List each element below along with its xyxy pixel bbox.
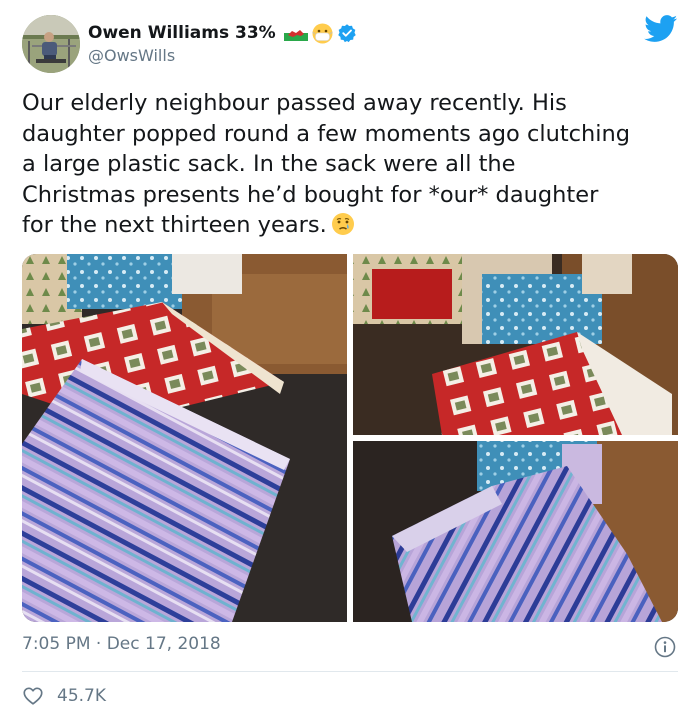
tweet-line-last: for the next thirteen years. [22, 210, 682, 241]
verified-badge-icon [337, 24, 356, 43]
author-handle[interactable]: @OwsWills [88, 46, 175, 65]
like-count: 45.7K [57, 686, 106, 706]
photo-presents-3[interactable] [353, 441, 678, 622]
author-row: Owen Williams 33% [88, 20, 357, 46]
info-icon[interactable] [654, 636, 676, 658]
photo-presents-1[interactable] [22, 254, 347, 622]
avatar[interactable] [22, 15, 80, 73]
tweet-line: a large plastic sack. In the sack were a… [22, 151, 516, 177]
tweet-media-grid[interactable] [22, 254, 678, 622]
tweet-card: Owen Williams 33% @OwsWills Our elderly … [0, 0, 700, 725]
like-button[interactable]: 45.7K [22, 683, 106, 709]
author-name[interactable]: Owen Williams 33% [88, 23, 276, 43]
tweet-text: Our elderly neighbour passed away recent… [22, 88, 682, 241]
twitter-bird-icon[interactable] [644, 15, 678, 43]
tweet-line: for the next thirteen years. [22, 212, 327, 238]
heart-icon[interactable] [22, 685, 44, 707]
face-with-mask-icon [311, 23, 333, 43]
tweet-line: Christmas presents he’d bought for *our*… [22, 181, 599, 208]
tweet-timestamp[interactable]: 7:05 PM · Dec 17, 2018 [22, 634, 221, 654]
crying-face-icon [331, 213, 354, 235]
welsh-flag-icon [283, 25, 308, 41]
tweet-line: daughter popped round a few moments ago … [22, 120, 631, 147]
tweet-line: Our elderly neighbour passed away recent… [22, 90, 567, 116]
divider [22, 671, 678, 672]
photo-presents-2[interactable] [353, 254, 678, 435]
